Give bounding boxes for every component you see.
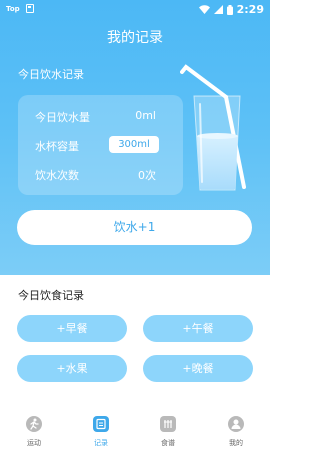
nav-item-sport[interactable]: 运动 xyxy=(9,406,59,450)
water-glass-icon xyxy=(180,62,258,194)
stat-value: 0ml xyxy=(135,109,156,122)
clock: 2:29 xyxy=(236,3,264,16)
app-badge: Top xyxy=(6,4,20,13)
recipe-icon xyxy=(160,416,176,432)
profile-icon xyxy=(228,416,244,432)
add-breakfast-button[interactable]: +早餐 xyxy=(17,315,127,342)
running-icon xyxy=(26,416,42,432)
battery-icon xyxy=(226,4,233,15)
stat-value: 0次 xyxy=(138,169,156,182)
nav-item-profile[interactable]: 我的 xyxy=(211,406,261,450)
water-section-title: 今日饮水记录 xyxy=(18,68,84,81)
signal-icon xyxy=(213,5,223,14)
page-title: 我的记录 xyxy=(107,30,163,46)
add-dinner-button[interactable]: +晚餐 xyxy=(143,355,253,382)
nav-label: 记录 xyxy=(94,439,108,447)
sim-card-icon xyxy=(25,4,34,13)
stat-label: 饮水次数 xyxy=(35,169,79,182)
stat-row-cup-capacity: 水杯容量 300ml xyxy=(18,134,183,156)
status-bar: Top 2:29 xyxy=(0,0,270,18)
stat-row-drink-count: 饮水次数 0次 xyxy=(18,163,183,185)
nav-item-record[interactable]: 记录 xyxy=(76,406,126,450)
record-icon xyxy=(93,416,109,432)
nav-label: 我的 xyxy=(229,439,243,447)
add-fruit-button[interactable]: +水果 xyxy=(17,355,127,382)
bottom-nav: 运动 记录 食谱 我的 xyxy=(0,406,270,450)
stat-label: 水杯容量 xyxy=(35,140,79,153)
food-section-title: 今日饮食记录 xyxy=(18,289,84,302)
stat-row-intake: 今日饮水量 0ml xyxy=(18,105,183,127)
water-stats-card: 今日饮水量 0ml 水杯容量 300ml 饮水次数 0次 xyxy=(18,95,183,195)
nav-item-recipe[interactable]: 食谱 xyxy=(143,406,193,450)
cup-capacity-value[interactable]: 300ml xyxy=(109,136,159,153)
wifi-icon xyxy=(198,5,210,14)
drink-plus-one-button[interactable]: 饮水+1 xyxy=(17,210,252,245)
nav-label: 食谱 xyxy=(161,439,175,447)
stat-label: 今日饮水量 xyxy=(35,111,90,124)
nav-label: 运动 xyxy=(27,439,41,447)
add-lunch-button[interactable]: +午餐 xyxy=(143,315,253,342)
